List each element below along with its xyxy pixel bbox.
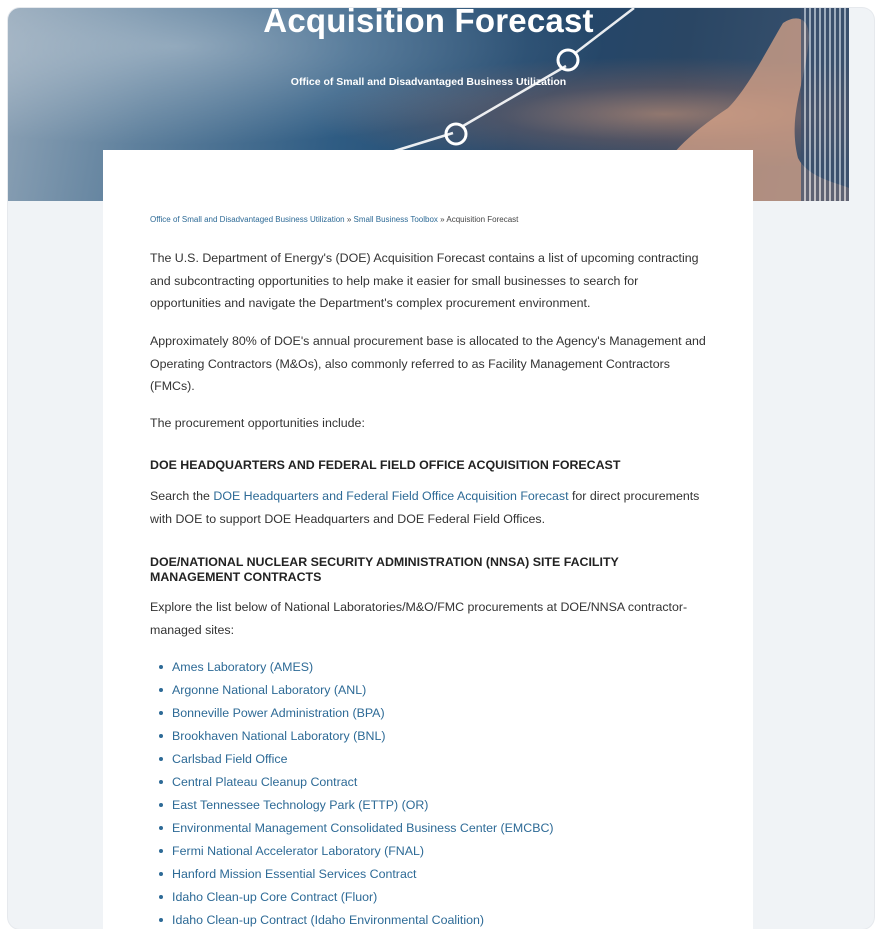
section-hq-paragraph: Search the DOE Headquarters and Federal … (150, 485, 710, 530)
breadcrumb-current: Acquisition Forecast (446, 215, 519, 224)
site-link[interactable]: Central Plateau Cleanup Contract (172, 775, 357, 789)
list-item[interactable]: Carlsbad Field Office (150, 748, 554, 771)
list-item[interactable]: East Tennessee Technology Park (ETTP) (O… (150, 794, 554, 817)
list-item[interactable]: Fermi National Accelerator Laboratory (F… (150, 840, 554, 863)
site-link[interactable]: Carlsbad Field Office (172, 752, 287, 766)
page-subtitle: Office of Small and Disadvantaged Busine… (290, 76, 567, 88)
site-link[interactable]: Idaho Clean-up Core Contract (Fluor) (172, 890, 377, 904)
page-title: Acquisition Forecast (263, 8, 594, 39)
site-link[interactable]: Idaho Clean-up Contract (Idaho Environme… (172, 913, 484, 927)
list-item[interactable]: Argonne National Laboratory (ANL) (150, 679, 554, 702)
breadcrumb-separator: » (440, 215, 445, 224)
site-link[interactable]: Environmental Management Consolidated Bu… (172, 821, 554, 835)
site-link[interactable]: Hanford Mission Essential Services Contr… (172, 867, 416, 881)
section-heading-hq-forecast: DOE HEADQUARTERS AND FEDERAL FIELD OFFIC… (150, 458, 621, 472)
breadcrumb: Office of Small and Disadvantaged Busine… (150, 215, 518, 224)
bullet-icon (159, 872, 163, 876)
breadcrumb-link-osdbu[interactable]: Office of Small and Disadvantaged Busine… (150, 215, 345, 224)
list-item[interactable]: Idaho Clean-up Contract (Idaho Environme… (150, 909, 554, 929)
list-item[interactable]: Hanford Mission Essential Services Contr… (150, 863, 554, 886)
page-card: Acquisition Forecast Office of Small and… (8, 8, 874, 929)
section-heading-nnsa: DOE/NATIONAL NUCLEAR SECURITY ADMINISTRA… (150, 555, 619, 584)
intro-paragraph-3: The procurement opportunities include: (150, 416, 365, 430)
list-item[interactable]: Ames Laboratory (AMES) (150, 656, 554, 679)
hq-forecast-link[interactable]: DOE Headquarters and Federal Field Offic… (213, 489, 568, 503)
breadcrumb-link-toolbox[interactable]: Small Business Toolbox (354, 215, 438, 224)
site-link[interactable]: Ames Laboratory (AMES) (172, 660, 313, 674)
site-link[interactable]: Brookhaven National Laboratory (BNL) (172, 729, 386, 743)
list-item[interactable]: Central Plateau Cleanup Contract (150, 771, 554, 794)
section-hq-text-before: Search the (150, 489, 214, 503)
site-list: Ames Laboratory (AMES) Argonne National … (150, 656, 554, 929)
bullet-icon (159, 895, 163, 899)
main-content: Office of Small and Disadvantaged Busine… (103, 150, 753, 929)
site-link[interactable]: Bonneville Power Administration (BPA) (172, 706, 385, 720)
bullet-icon (159, 757, 163, 761)
list-item[interactable]: Environmental Management Consolidated Bu… (150, 817, 554, 840)
intro-paragraph-2: Approximately 80% of DOE's annual procur… (150, 334, 706, 393)
bullet-icon (159, 918, 163, 922)
bullet-icon (159, 688, 163, 692)
bullet-icon (159, 826, 163, 830)
breadcrumb-separator: » (346, 215, 352, 224)
bullet-icon (159, 711, 163, 715)
bullet-icon (159, 803, 163, 807)
bullet-icon (159, 665, 163, 669)
site-link[interactable]: Argonne National Laboratory (ANL) (172, 683, 366, 697)
bullet-icon (159, 734, 163, 738)
site-link[interactable]: Fermi National Accelerator Laboratory (F… (172, 844, 424, 858)
list-item[interactable]: Bonneville Power Administration (BPA) (150, 702, 554, 725)
list-item[interactable]: Brookhaven National Laboratory (BNL) (150, 725, 554, 748)
bullet-icon (159, 780, 163, 784)
list-item[interactable]: Idaho Clean-up Core Contract (Fluor) (150, 886, 554, 909)
site-link[interactable]: East Tennessee Technology Park (ETTP) (O… (172, 798, 428, 812)
section-nnsa-paragraph: Explore the list below of National Labor… (150, 600, 688, 637)
bullet-icon (159, 849, 163, 853)
intro-paragraph-1: The U.S. Department of Energy's (DOE) Ac… (150, 251, 699, 310)
